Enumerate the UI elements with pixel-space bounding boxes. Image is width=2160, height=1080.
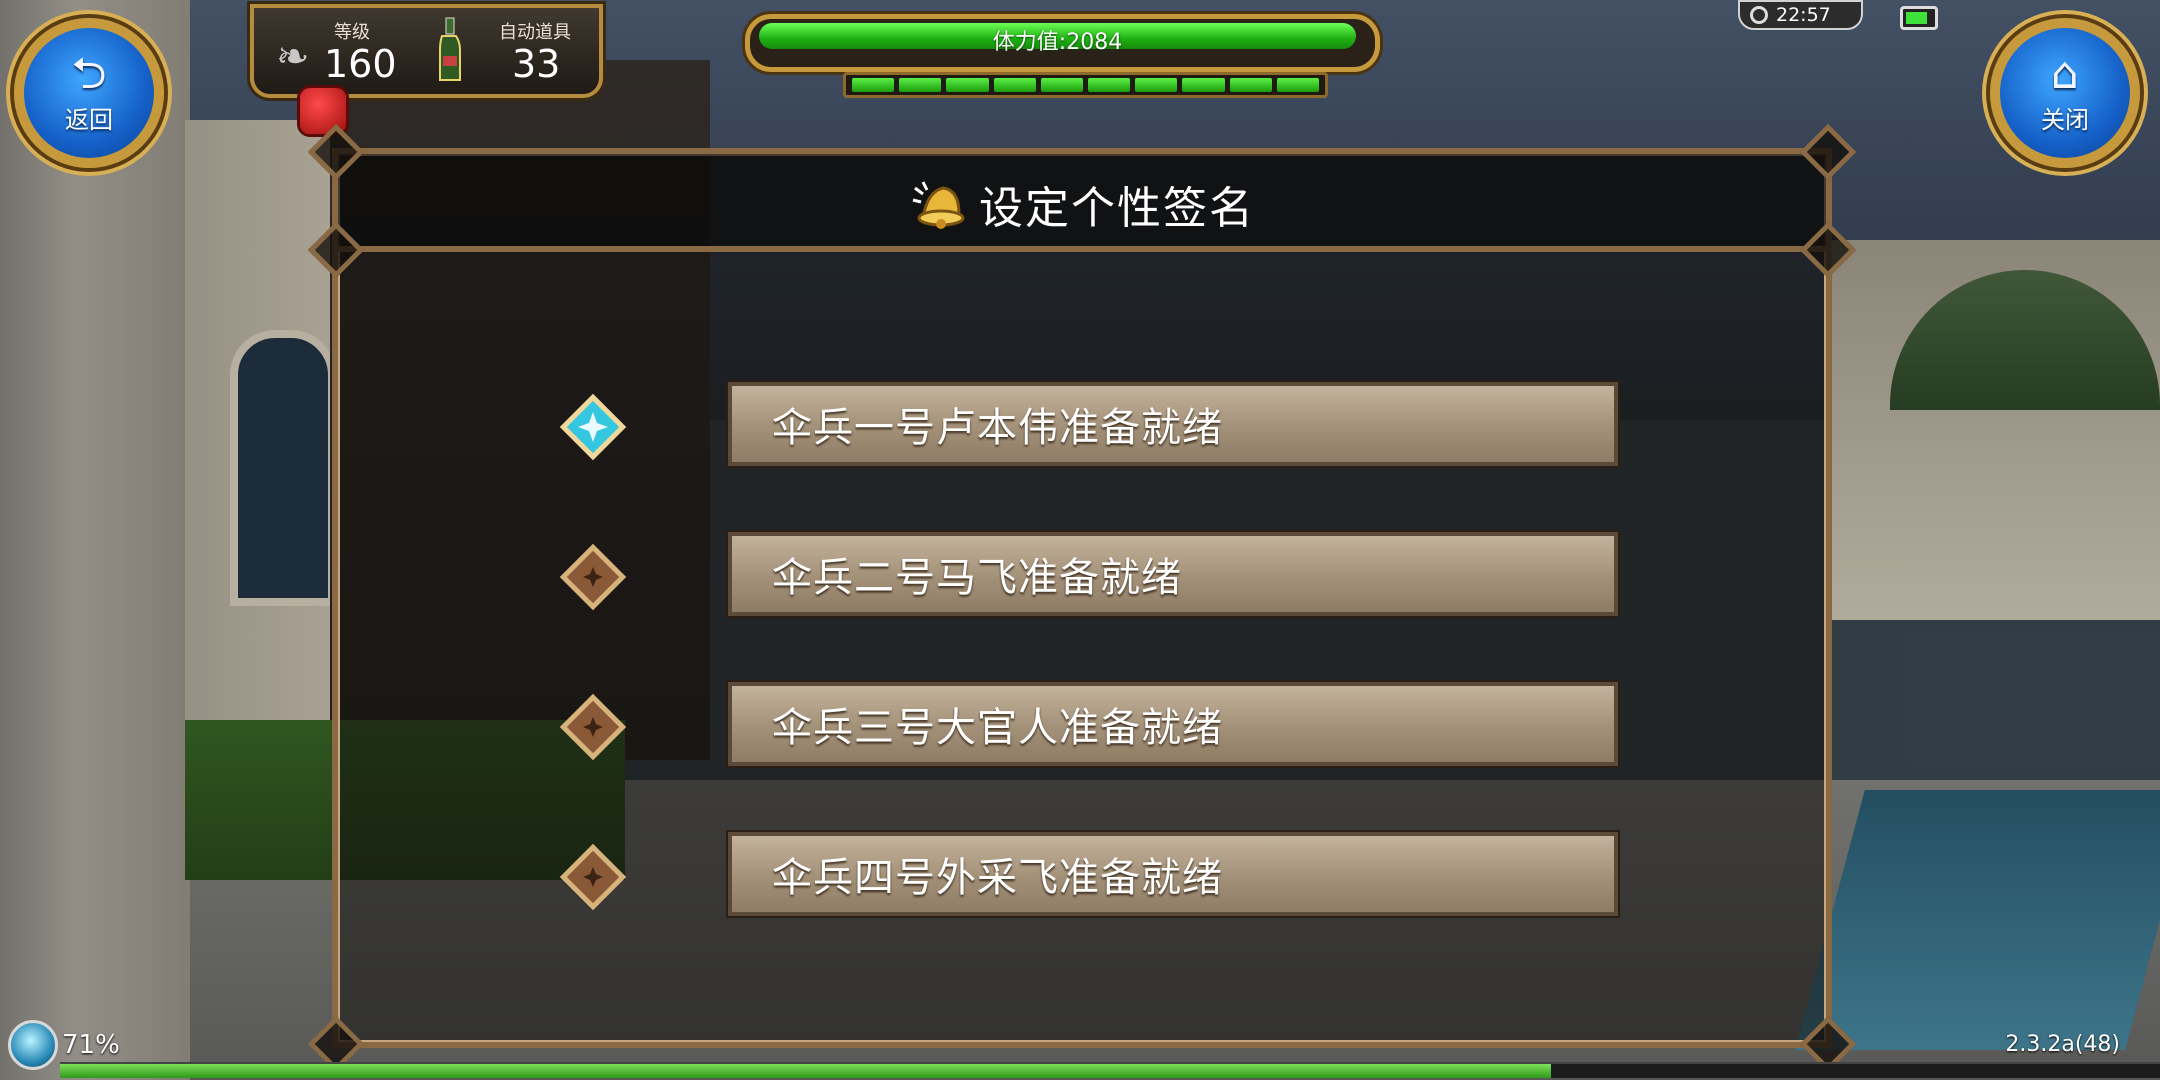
stamina-bar: 体力值:2084 xyxy=(745,14,1380,72)
unselected-gem-icon[interactable] xyxy=(558,692,628,762)
version-label: 2.3.2a(48) xyxy=(2005,1032,2120,1057)
energy-segment xyxy=(1135,78,1178,92)
experience-bar xyxy=(60,1062,2160,1078)
auto-item-count: 33 xyxy=(512,42,561,86)
energy-segment xyxy=(1229,78,1272,92)
home-icon: ⌂ xyxy=(2051,47,2079,99)
energy-segment xyxy=(1182,78,1225,92)
experience-fill xyxy=(60,1064,1551,1078)
potion-bottle-icon[interactable] xyxy=(434,16,468,84)
signature-dialog: 设定个性签名 伞兵一号卢本伟准备就绪 伞兵二号马飞准备就绪 伞兵三号大官人准备就… xyxy=(307,123,1857,1073)
battery-icon xyxy=(1900,6,1938,30)
signature-option[interactable]: 伞兵二号马飞准备就绪 xyxy=(338,532,1826,622)
signature-option-button[interactable]: 伞兵四号外采飞准备就绪 xyxy=(728,832,1618,916)
back-arrow-icon: ⮌ xyxy=(71,47,107,99)
battery-fill xyxy=(1906,12,1927,24)
close-button[interactable]: ⌂ 关闭 xyxy=(1990,18,2140,168)
close-button-label: 关闭 xyxy=(2041,105,2089,134)
energy-segment xyxy=(993,78,1036,92)
signature-option-label: 伞兵三号大官人准备就绪 xyxy=(772,705,1223,751)
dialog-header: 设定个性签名 xyxy=(338,154,1826,252)
dialog-title-wrap: 设定个性签名 xyxy=(338,172,1826,236)
level-label: 等级 xyxy=(334,22,370,43)
back-button[interactable]: ⮌ 返回 xyxy=(14,18,164,168)
energy-segment xyxy=(1088,78,1131,92)
signature-option-button[interactable]: 伞兵一号卢本伟准备就绪 xyxy=(728,382,1618,466)
back-button-label: 返回 xyxy=(65,105,113,134)
signature-option-label: 伞兵一号卢本伟准备就绪 xyxy=(772,405,1223,451)
level-value: 160 xyxy=(324,42,397,86)
clock: 22:57 xyxy=(1738,0,1863,30)
energy-segment xyxy=(1040,78,1084,92)
dialog-title: 设定个性签名 xyxy=(979,183,1255,234)
bell-icon xyxy=(912,181,965,229)
energy-segment xyxy=(946,78,989,92)
player-stats-panel: ❧ 等级 160 自动道具 33 xyxy=(250,4,603,98)
swirl-emblem-icon: ❧ xyxy=(276,34,310,80)
signature-option-button[interactable]: 伞兵三号大官人准备就绪 xyxy=(728,682,1618,766)
signature-option[interactable]: 伞兵三号大官人准备就绪 xyxy=(338,682,1826,772)
clock-time: 22:57 xyxy=(1776,4,1831,26)
signature-option-button[interactable]: 伞兵二号马飞准备就绪 xyxy=(728,532,1618,616)
energy-segment xyxy=(899,78,942,92)
signature-option[interactable]: 伞兵一号卢本伟准备就绪 xyxy=(338,382,1826,472)
energy-segments xyxy=(843,72,1328,98)
experience-orb-icon xyxy=(8,1020,58,1070)
signature-option-label: 伞兵四号外采飞准备就绪 xyxy=(772,855,1223,901)
signature-option-label: 伞兵二号马飞准备就绪 xyxy=(772,555,1182,601)
unselected-gem-icon[interactable] xyxy=(558,542,628,612)
clock-icon xyxy=(1750,6,1768,24)
unselected-gem-icon[interactable] xyxy=(558,842,628,912)
energy-segment xyxy=(852,78,895,92)
signature-option[interactable]: 伞兵四号外采飞准备就绪 xyxy=(338,832,1826,922)
selected-gem-icon[interactable] xyxy=(558,392,628,462)
auto-item-label: 自动道具 xyxy=(499,22,571,43)
energy-segment xyxy=(1276,78,1320,92)
stamina-text: 体力值:2084 xyxy=(992,30,1123,55)
experience-percent: 71% xyxy=(62,1030,120,1060)
